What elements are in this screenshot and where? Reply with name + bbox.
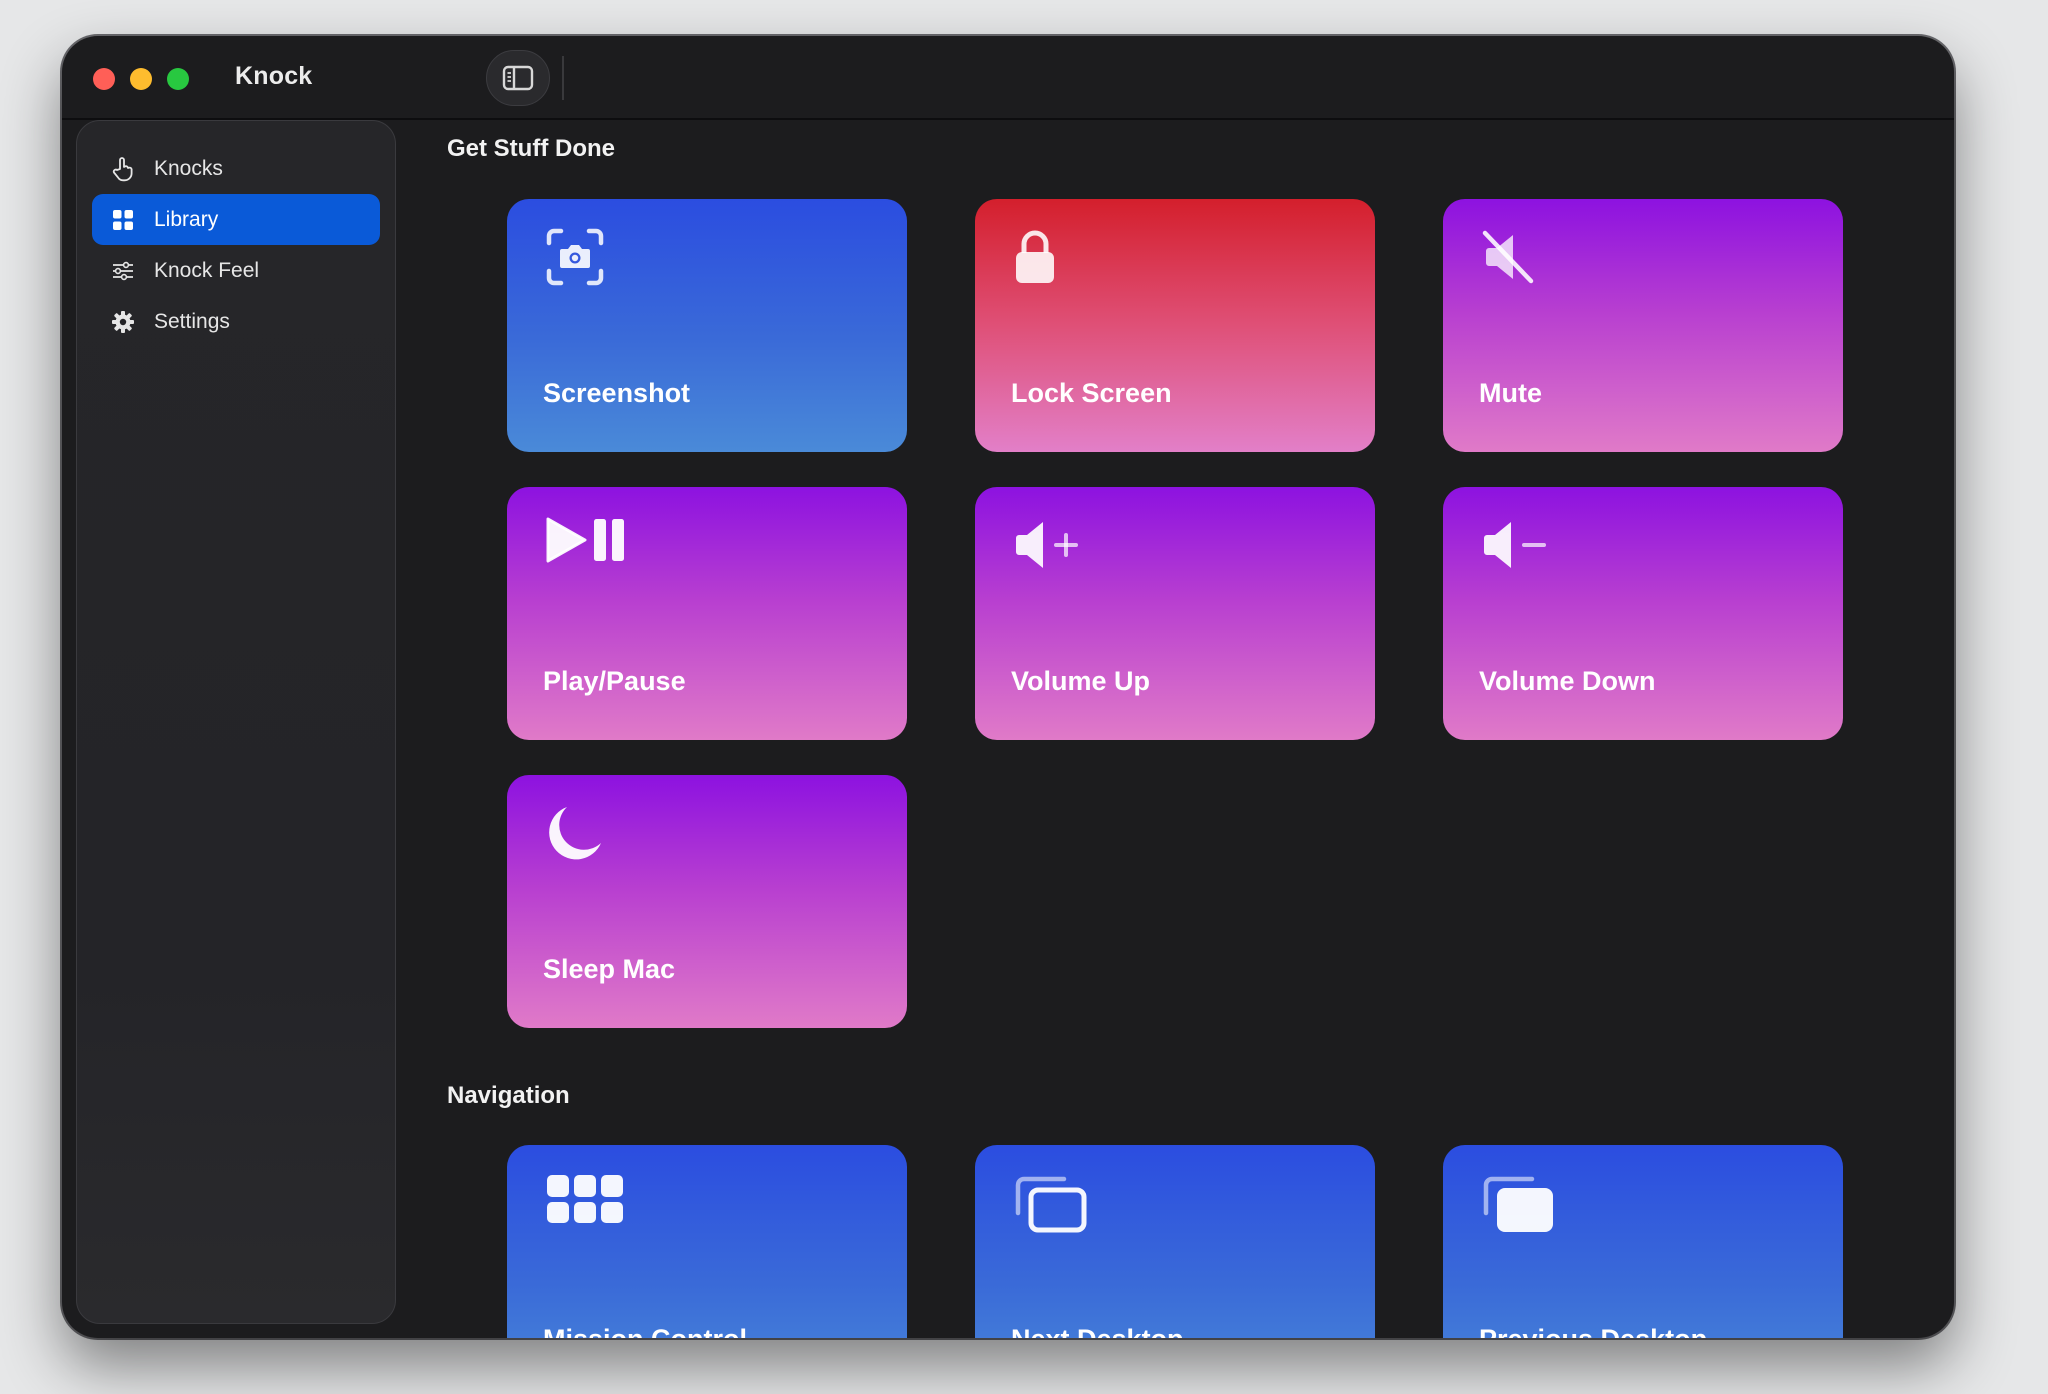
toolbar-divider xyxy=(562,56,564,100)
window-title: Knock xyxy=(235,62,313,90)
hand-pointer-icon xyxy=(110,156,136,182)
action-card-lock-screen[interactable]: Lock Screen xyxy=(975,199,1375,452)
action-card-label: Mute xyxy=(1479,378,1542,408)
sidebar-item-knocks[interactable]: Knocks xyxy=(92,143,380,194)
action-card-sleep-mac[interactable]: Sleep Mac xyxy=(507,775,907,1028)
sidebar-item-label: Knocks xyxy=(154,156,223,180)
camera-viewfinder-icon xyxy=(545,227,605,292)
action-card-label: Next Desktop xyxy=(1011,1324,1184,1338)
sidebar-item-library[interactable]: Library xyxy=(92,194,380,245)
section-title-navigation: Navigation xyxy=(447,1082,570,1109)
action-card-volume-up[interactable]: Volume Up xyxy=(975,487,1375,740)
play-pause-icon xyxy=(545,515,631,570)
moon-icon xyxy=(545,803,605,870)
app-grid-icon xyxy=(545,1173,625,1230)
action-card-screenshot[interactable]: Screenshot xyxy=(507,199,907,452)
action-card-previous-desktop[interactable]: Previous Desktop xyxy=(1443,1145,1843,1338)
sidebar: Knocks Library Knock Feel Settings xyxy=(76,120,396,1324)
windows-forward-icon xyxy=(1013,1173,1089,1240)
speaker-plus-icon xyxy=(1013,515,1087,580)
sidebar-item-knock-feel[interactable]: Knock Feel xyxy=(92,245,380,296)
action-card-play-pause[interactable]: Play/Pause xyxy=(507,487,907,740)
gear-icon xyxy=(110,309,136,335)
action-card-label: Screenshot xyxy=(543,378,691,408)
zoom-window-button[interactable] xyxy=(167,68,189,90)
action-card-label: Sleep Mac xyxy=(543,954,676,984)
minimize-window-button[interactable] xyxy=(130,68,152,90)
close-window-button[interactable] xyxy=(93,68,115,90)
action-card-next-desktop[interactable]: Next Desktop xyxy=(975,1145,1375,1338)
windows-back-icon xyxy=(1481,1173,1557,1240)
action-card-label: Lock Screen xyxy=(1011,378,1172,408)
sidebar-toggle-icon xyxy=(502,65,534,91)
sidebar-item-label: Settings xyxy=(154,309,230,333)
sidebar-item-settings[interactable]: Settings xyxy=(92,296,380,347)
action-card-label: Previous Desktop xyxy=(1479,1324,1707,1338)
app-window: Knock Knocks Library Knock Feel Settings… xyxy=(62,36,1954,1338)
action-card-volume-down[interactable]: Volume Down xyxy=(1443,487,1843,740)
action-card-mission-control[interactable]: Mission Control xyxy=(507,1145,907,1338)
lock-icon xyxy=(1013,227,1057,292)
section-title-get-stuff-done: Get Stuff Done xyxy=(447,135,615,162)
action-card-label: Volume Down xyxy=(1479,666,1656,696)
action-card-mute[interactable]: Mute xyxy=(1443,199,1843,452)
sidebar-toggle-button[interactable] xyxy=(486,50,550,106)
speaker-slash-icon xyxy=(1481,227,1539,292)
sidebar-item-label: Knock Feel xyxy=(154,258,260,282)
title-bar: Knock xyxy=(62,36,1954,120)
speaker-minus-icon xyxy=(1481,515,1555,580)
action-card-label: Volume Up xyxy=(1011,666,1151,696)
sidebar-item-label: Library xyxy=(154,207,219,231)
action-card-label: Mission Control xyxy=(543,1324,747,1338)
sliders-icon xyxy=(110,258,136,284)
grid-icon xyxy=(110,207,136,233)
action-card-label: Play/Pause xyxy=(543,666,686,696)
